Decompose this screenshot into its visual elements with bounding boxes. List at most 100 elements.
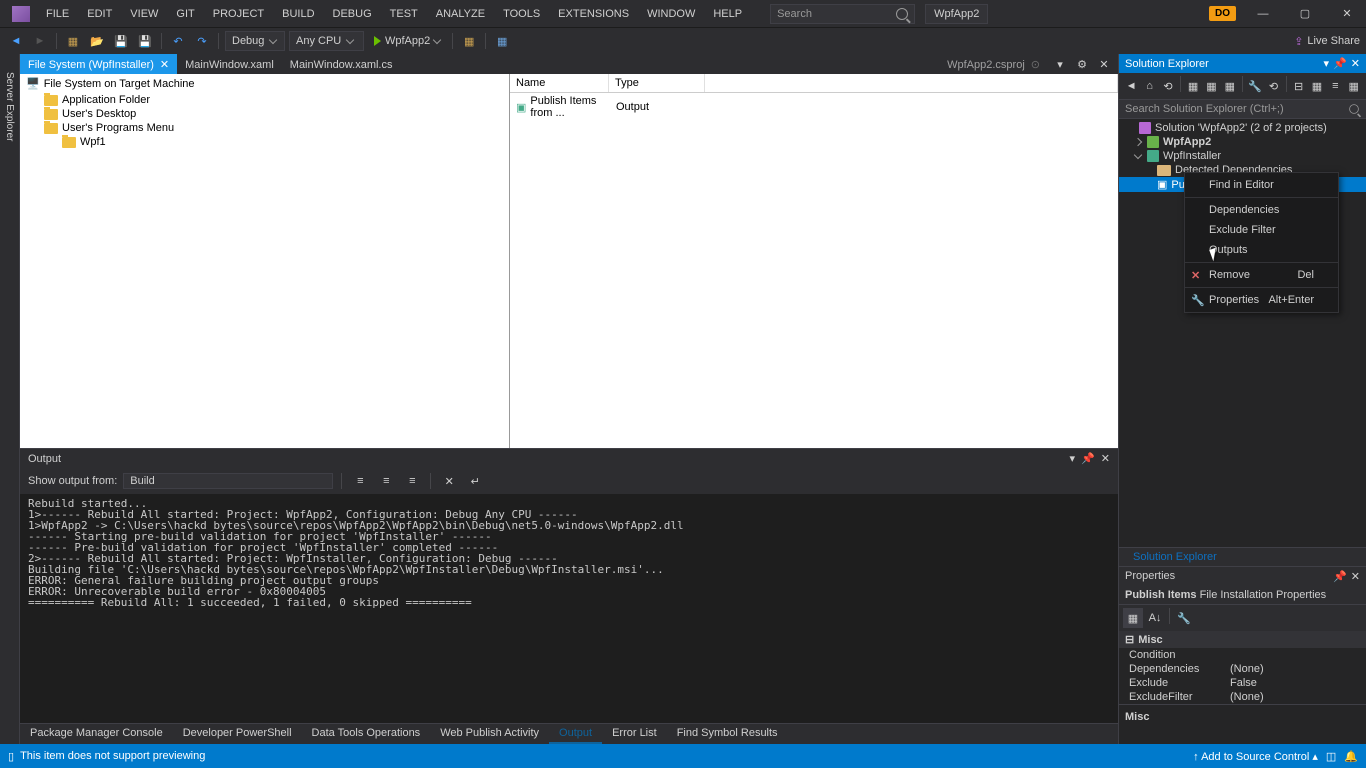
prop-dependencies[interactable]: Dependencies(None) [1119, 662, 1366, 676]
sln-tb-refresh[interactable]: ⟲ [1265, 76, 1281, 96]
prop-exclude[interactable]: ExcludeFalse [1119, 676, 1366, 690]
live-share-button[interactable]: Live Share [1307, 35, 1360, 47]
sln-tb-wrench[interactable]: 🔧 [1247, 76, 1263, 96]
minimize-button[interactable]: — [1248, 4, 1278, 24]
config-dropdown[interactable]: Debug [225, 31, 285, 51]
output-dropdown-icon[interactable]: ▾ [1070, 452, 1076, 465]
sln-tb-props[interactable]: ≡ [1327, 76, 1343, 96]
sln-tb-view[interactable]: ▦ [1346, 76, 1362, 96]
col-type[interactable]: Type [609, 74, 705, 92]
menu-test[interactable]: TEST [382, 4, 426, 24]
redo-button[interactable]: ↷ [192, 31, 212, 51]
props-categorized-icon[interactable]: ▦ [1123, 608, 1143, 628]
open-file-button[interactable]: 📂 [87, 31, 107, 51]
sln-search-box[interactable]: Search Solution Explorer (Ctrl+;) [1119, 100, 1366, 119]
nav-forward-button[interactable]: ► [30, 31, 50, 51]
fs-root[interactable]: 🖥️ File System on Target Machine [20, 74, 509, 93]
menu-build[interactable]: BUILD [274, 4, 322, 24]
ctx-find-in-editor[interactable]: Find in Editor [1185, 175, 1338, 195]
output-clear-icon[interactable]: ✕ [439, 471, 459, 491]
ctx-exclude-filter[interactable]: Exclude Filter [1185, 220, 1338, 240]
list-row[interactable]: ▣ Publish Items from ... Output [510, 93, 1118, 121]
menu-file[interactable]: FILE [38, 4, 77, 24]
output-text[interactable]: Rebuild started... 1>------ Rebuild All … [20, 494, 1118, 723]
menu-help[interactable]: HELP [705, 4, 750, 24]
sln-dropdown-icon[interactable]: ▾ [1324, 57, 1330, 70]
user-badge[interactable]: DO [1209, 6, 1236, 21]
tab-pmc[interactable]: Package Manager Console [20, 724, 173, 744]
tab-close-all-icon[interactable]: ✕ [1094, 54, 1114, 74]
solution-name-box[interactable]: WpfApp2 [925, 4, 988, 24]
new-project-button[interactable]: ▦ [63, 31, 83, 51]
col-name[interactable]: Name [510, 74, 609, 92]
fs-app-folder[interactable]: Application Folder [20, 93, 509, 107]
sln-tb-collapse[interactable]: ⊟ [1290, 76, 1306, 96]
ctx-outputs[interactable]: Outputs [1185, 240, 1338, 260]
sln-tb-home[interactable]: ⌂ [1141, 76, 1157, 96]
output-tb-2[interactable]: ≡ [376, 471, 396, 491]
ctx-properties[interactable]: 🔧 PropertiesAlt+Enter [1185, 290, 1338, 310]
tab-close-icon[interactable]: ✕ [160, 58, 169, 71]
menu-tools[interactable]: TOOLS [495, 4, 548, 24]
props-close-icon[interactable]: ✕ [1351, 570, 1360, 583]
props-object-selector[interactable]: Publish Items File Installation Properti… [1119, 586, 1366, 605]
props-alpha-icon[interactable]: A↓ [1145, 608, 1165, 628]
server-explorer-tab[interactable]: Server Explorer [2, 64, 17, 149]
sln-root[interactable]: Solution 'WpfApp2' (2 of 2 projects) [1119, 121, 1366, 135]
tab-error-list[interactable]: Error List [602, 724, 667, 744]
maximize-button[interactable]: ▢ [1290, 4, 1320, 24]
tab-mainwindow-xaml[interactable]: MainWindow.xaml [177, 55, 282, 74]
save-button[interactable]: 💾 [111, 31, 131, 51]
tab-mainwindow-xaml-cs[interactable]: MainWindow.xaml.cs [282, 55, 401, 74]
platform-dropdown[interactable]: Any CPU [289, 31, 364, 51]
ctx-remove[interactable]: ✕ RemoveDel [1185, 265, 1338, 285]
tab-dropdown-icon[interactable]: ▾ [1050, 54, 1070, 74]
toolbar-btn-2[interactable]: ▦ [492, 31, 512, 51]
add-source-control[interactable]: ↑ Add to Source Control ▴ [1193, 750, 1318, 763]
nav-back-button[interactable]: ◄ [6, 31, 26, 51]
sln-footer-tab[interactable]: Solution Explorer [1125, 551, 1225, 563]
tab-csproj[interactable]: WpfApp2.csproj ⊙ [939, 54, 1048, 74]
status-feedback-icon[interactable]: 🔔 [1344, 750, 1358, 763]
output-pin-icon[interactable]: 📌 [1081, 452, 1095, 465]
props-pages-icon[interactable]: 🔧 [1174, 608, 1194, 628]
sln-tb-sync[interactable]: ⟲ [1160, 76, 1176, 96]
sln-pin-icon[interactable]: 📌 [1333, 57, 1347, 70]
sln-proj-wpfapp2[interactable]: WpfApp2 [1119, 135, 1366, 149]
sln-tb-back[interactable]: ◄ [1123, 76, 1139, 96]
props-category-misc[interactable]: ⊟Misc [1119, 631, 1366, 648]
status-notifications-icon[interactable]: ◫ [1326, 750, 1336, 763]
tab-gear-icon[interactable]: ⚙ [1072, 54, 1092, 74]
ctx-dependencies[interactable]: Dependencies [1185, 200, 1338, 220]
prop-condition[interactable]: Condition [1119, 648, 1366, 662]
sln-close-icon[interactable]: ✕ [1351, 57, 1360, 70]
menu-view[interactable]: VIEW [122, 4, 166, 24]
tab-powershell[interactable]: Developer PowerShell [173, 724, 302, 744]
tab-output[interactable]: Output [549, 724, 602, 744]
props-pin-icon[interactable]: 📌 [1333, 570, 1347, 583]
start-debug-button[interactable]: WpfApp2 [368, 31, 446, 51]
sln-tb-2[interactable]: ▦ [1203, 76, 1219, 96]
search-box[interactable]: Search [770, 4, 915, 24]
undo-button[interactable]: ↶ [168, 31, 188, 51]
close-button[interactable]: ✕ [1332, 4, 1362, 24]
fs-programs-folder[interactable]: User's Programs Menu [20, 121, 509, 135]
tab-find-symbol[interactable]: Find Symbol Results [667, 724, 788, 744]
output-wrap-icon[interactable]: ↵ [465, 471, 485, 491]
menu-git[interactable]: GIT [168, 4, 202, 24]
menu-edit[interactable]: EDIT [79, 4, 120, 24]
sln-proj-installer[interactable]: WpfInstaller [1119, 149, 1366, 163]
menu-debug[interactable]: DEBUG [325, 4, 380, 24]
prop-excludefilter[interactable]: ExcludeFilter(None) [1119, 690, 1366, 704]
sln-tb-1[interactable]: ▦ [1185, 76, 1201, 96]
fs-desktop-folder[interactable]: User's Desktop [20, 107, 509, 121]
tab-data-tools[interactable]: Data Tools Operations [302, 724, 431, 744]
sln-tb-showall[interactable]: ▦ [1309, 76, 1325, 96]
tab-web-publish[interactable]: Web Publish Activity [430, 724, 549, 744]
sln-tb-3[interactable]: ▦ [1222, 76, 1238, 96]
fs-subfolder[interactable]: Wpf1 [20, 135, 509, 149]
menu-analyze[interactable]: ANALYZE [428, 4, 493, 24]
output-tb-1[interactable]: ≡ [350, 471, 370, 491]
menu-project[interactable]: PROJECT [205, 4, 272, 24]
menu-extensions[interactable]: EXTENSIONS [550, 4, 637, 24]
